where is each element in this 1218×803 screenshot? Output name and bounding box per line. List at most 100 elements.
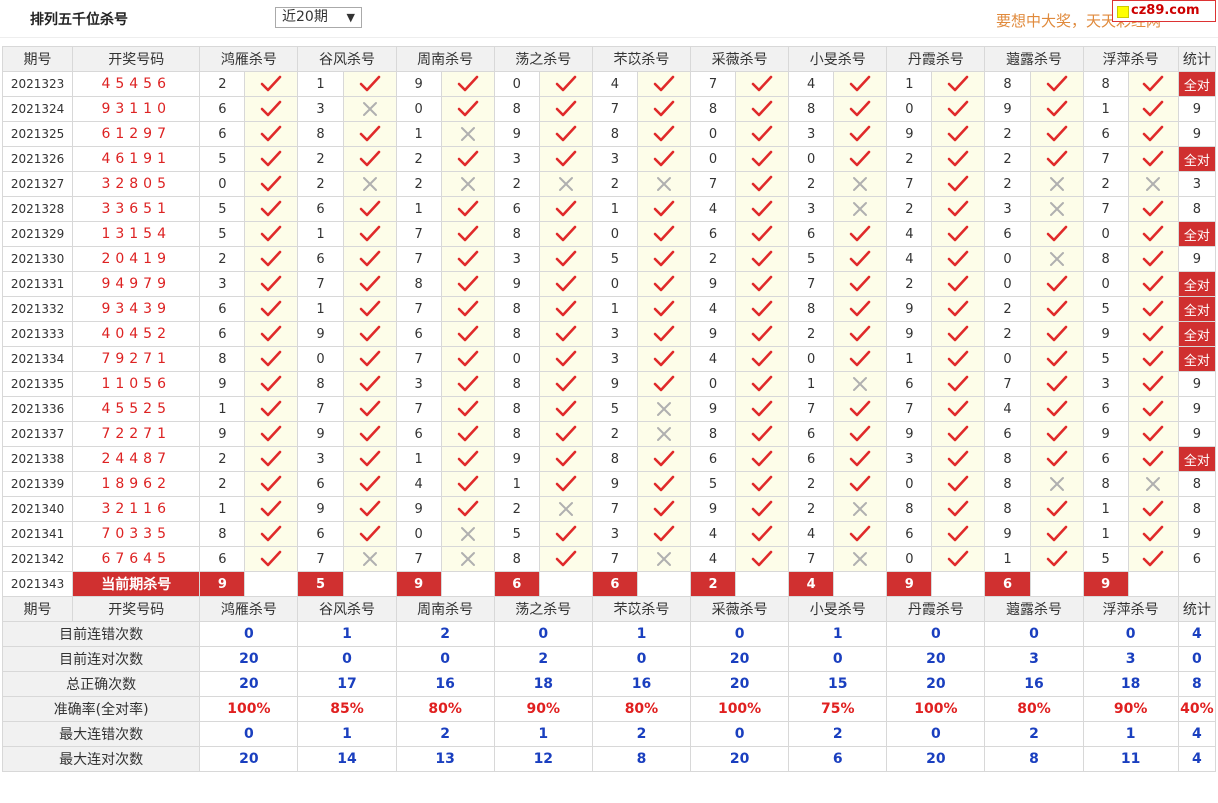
check-icon bbox=[636, 146, 692, 172]
kill-number-cell: 6 bbox=[1082, 396, 1129, 422]
kill-number-cell: 7 bbox=[395, 246, 442, 272]
check-icon bbox=[244, 321, 299, 347]
check-icon bbox=[1029, 96, 1084, 122]
check-icon bbox=[833, 321, 888, 347]
current-kill-blank bbox=[244, 571, 299, 597]
draw-number-cell: 46191 bbox=[72, 146, 201, 172]
kill-number-cell: 1 bbox=[1082, 96, 1129, 122]
current-kill-value: 6 bbox=[984, 571, 1031, 597]
kill-number-cell: 9 bbox=[1082, 321, 1129, 347]
stat-value: 0 bbox=[199, 721, 299, 747]
check-icon bbox=[342, 246, 397, 272]
cross-icon bbox=[833, 371, 888, 397]
period-cell: 2021337 bbox=[1, 421, 74, 447]
check-icon bbox=[1029, 371, 1084, 397]
kill-number-cell: 6 bbox=[199, 121, 246, 147]
check-icon bbox=[538, 96, 593, 122]
kill-number-cell: 0 bbox=[690, 121, 737, 147]
kill-number-cell: 6 bbox=[1082, 121, 1129, 147]
kill-number-cell: 6 bbox=[199, 96, 246, 122]
check-icon bbox=[538, 271, 593, 297]
kill-number-cell: 1 bbox=[788, 371, 835, 397]
kill-number-cell: 7 bbox=[788, 546, 835, 572]
check-icon bbox=[1127, 121, 1179, 147]
check-icon bbox=[342, 296, 397, 322]
kill-number-cell: 4 bbox=[690, 521, 737, 547]
kill-number-cell: 3 bbox=[199, 271, 246, 297]
stat-value: 1 bbox=[493, 721, 593, 747]
kill-number-cell: 9 bbox=[886, 321, 933, 347]
header-stat: 统计 bbox=[1177, 596, 1217, 622]
stat-value: 80% bbox=[395, 696, 495, 722]
kill-number-cell: 7 bbox=[591, 96, 638, 122]
check-icon bbox=[440, 446, 495, 472]
kill-number-cell: 3 bbox=[984, 196, 1031, 222]
stat-value: 90% bbox=[493, 696, 593, 722]
kill-number-cell: 2 bbox=[788, 496, 835, 522]
kill-number-cell: 9 bbox=[690, 321, 737, 347]
table-row: 2021329 13154 5 1 7 8 0 6 6 4 6 0 全对 bbox=[1, 221, 1217, 247]
check-icon bbox=[1029, 396, 1084, 422]
check-icon bbox=[1029, 321, 1084, 347]
check-icon bbox=[931, 321, 986, 347]
period-cell: 2021331 bbox=[1, 271, 74, 297]
kill-number-cell: 1 bbox=[493, 471, 540, 497]
table-row: 2021326 46191 5 2 2 3 3 0 0 2 2 7 全对 bbox=[1, 146, 1217, 172]
kill-number-cell: 6 bbox=[395, 421, 442, 447]
kill-number-cell: 7 bbox=[690, 71, 737, 97]
kill-number-cell: 6 bbox=[297, 521, 344, 547]
current-kill-value: 6 bbox=[591, 571, 638, 597]
stat-value: 20 bbox=[886, 646, 986, 672]
stat-label: 目前连对次数 bbox=[1, 646, 201, 672]
table-row: 2021338 24487 2 3 1 9 8 6 6 3 8 6 全对 bbox=[1, 446, 1217, 472]
stat-value: 90% bbox=[1082, 696, 1179, 722]
kill-number-cell: 5 bbox=[199, 196, 246, 222]
check-icon bbox=[342, 521, 397, 547]
kill-number-cell: 9 bbox=[690, 496, 737, 522]
kill-number-cell: 6 bbox=[690, 446, 737, 472]
kill-number-cell: 7 bbox=[395, 396, 442, 422]
kill-number-cell: 7 bbox=[1082, 196, 1129, 222]
check-icon bbox=[833, 471, 888, 497]
cross-icon bbox=[833, 171, 888, 197]
kill-number-cell: 2 bbox=[788, 171, 835, 197]
kill-number-cell: 9 bbox=[395, 71, 442, 97]
check-icon bbox=[538, 421, 593, 447]
check-icon bbox=[1127, 146, 1179, 172]
check-icon bbox=[636, 246, 692, 272]
kill-number-cell: 3 bbox=[788, 121, 835, 147]
stat-total: 4 bbox=[1177, 721, 1217, 747]
header-killer: 芣苡杀号 bbox=[591, 596, 692, 622]
current-kill-value: 4 bbox=[788, 571, 835, 597]
kill-number-cell: 5 bbox=[1082, 546, 1129, 572]
kill-number-cell: 0 bbox=[591, 221, 638, 247]
table-row: 2021337 72271 9 9 6 8 2 8 6 9 6 9 9 bbox=[1, 421, 1217, 447]
check-icon bbox=[440, 421, 495, 447]
check-icon bbox=[931, 271, 986, 297]
kill-number-cell: 6 bbox=[788, 446, 835, 472]
header-killer: 周南杀号 bbox=[395, 596, 495, 622]
stat-label: 总正确次数 bbox=[1, 671, 201, 697]
stat-value: 20 bbox=[690, 646, 790, 672]
check-icon bbox=[538, 296, 593, 322]
kill-number-cell: 9 bbox=[493, 121, 540, 147]
table-row: 2021332 93439 6 1 7 8 1 4 8 9 2 5 全对 bbox=[1, 296, 1217, 322]
stat-value: 20 bbox=[886, 746, 986, 772]
kill-number-cell: 7 bbox=[395, 221, 442, 247]
cross-icon bbox=[440, 121, 495, 147]
check-icon bbox=[931, 221, 986, 247]
kill-number-cell: 8 bbox=[493, 421, 540, 447]
kill-number-cell: 7 bbox=[395, 546, 442, 572]
draw-number-cell: 32805 bbox=[72, 171, 201, 197]
kill-number-cell: 6 bbox=[199, 296, 246, 322]
site-logo[interactable]: cz89.com bbox=[1112, 0, 1216, 22]
kill-number-cell: 6 bbox=[886, 521, 933, 547]
check-icon bbox=[538, 146, 593, 172]
kill-number-cell: 9 bbox=[297, 321, 344, 347]
check-icon bbox=[1029, 496, 1084, 522]
kill-number-cell: 2 bbox=[788, 321, 835, 347]
header-killer: 谷风杀号 bbox=[297, 46, 397, 72]
table-row: 2021324 93110 6 3 0 8 7 8 8 0 9 1 9 bbox=[1, 96, 1217, 122]
kill-number-cell: 4 bbox=[788, 71, 835, 97]
range-select[interactable]: 近20期 ▼ bbox=[275, 7, 362, 28]
